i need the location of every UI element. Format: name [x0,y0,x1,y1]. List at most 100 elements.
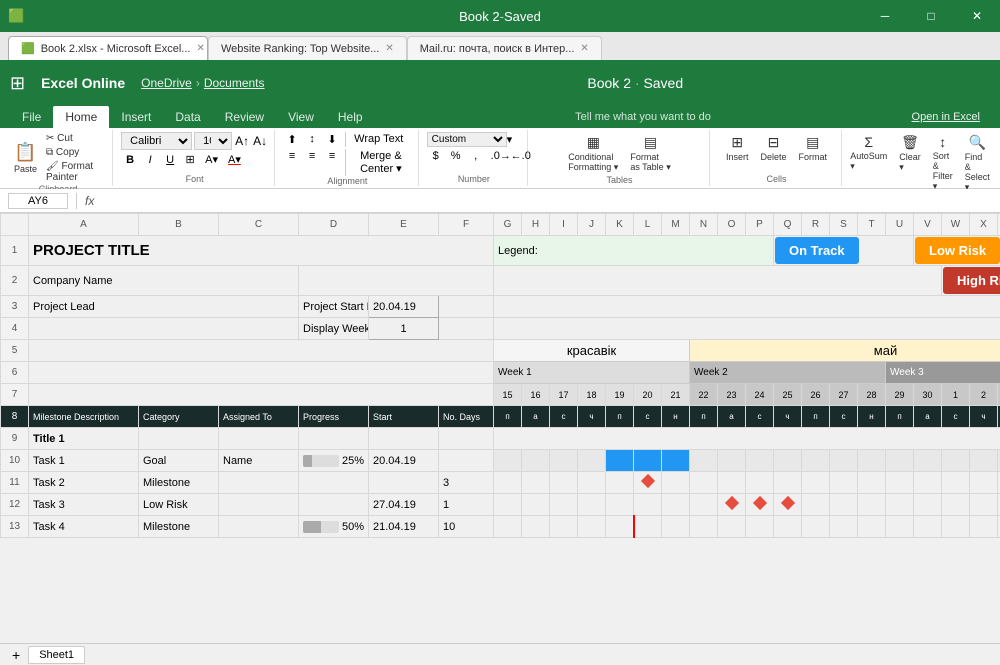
underline-button[interactable]: U [161,153,179,167]
r12-assigned[interactable] [219,494,299,516]
format-as-table-button[interactable]: ▤ Formatas Table ▾ [626,132,674,175]
bold-button[interactable]: B [121,153,139,167]
browser-tab-2-close[interactable]: ✕ [580,43,588,54]
r12-days[interactable]: 1 [439,494,494,516]
col-header-Q[interactable]: Q [774,214,802,236]
r10-days[interactable] [439,450,494,472]
autosum-button[interactable]: Σ AutoSum ▾ [846,132,891,195]
maximize-button[interactable]: □ [908,0,954,32]
align-left-button[interactable]: ≡ [283,149,301,176]
r9-assigned[interactable] [219,428,299,450]
r10-title[interactable]: Task 1 [29,450,139,472]
copy-button[interactable]: ⧉ Copy [43,146,106,159]
tell-me[interactable]: Tell me what you want to do [575,111,711,123]
cell-reference-input[interactable] [8,193,68,209]
r13-start[interactable]: 21.04.19 [369,516,439,538]
italic-button[interactable]: I [141,153,159,167]
percent-button[interactable]: % [447,149,465,163]
cut-button[interactable]: ✂ Cut [43,132,106,145]
font-selector[interactable]: Calibri [121,132,192,150]
r11-title[interactable]: Task 2 [29,472,139,494]
browser-tab-0-close[interactable]: ✕ [196,43,204,54]
format-button[interactable]: ▤ Format [795,132,832,164]
align-top-button[interactable]: ⬆ [283,132,301,147]
tab-view[interactable]: View [276,106,326,128]
clear-button[interactable]: 🗑 Clear ▾ [895,132,925,195]
tab-data[interactable]: Data [163,106,212,128]
sort-filter-button[interactable]: ↕ Sort &Filter ▾ [929,132,957,195]
col-header-G[interactable]: G [494,214,522,236]
project-lead-cell[interactable]: Project Lead [29,296,299,318]
comma-button[interactable]: , [467,149,485,163]
border-button[interactable]: ⊞ [181,152,199,167]
browser-tab-1[interactable]: Website Ranking: Top Website... ✕ [208,36,407,60]
r12-start[interactable]: 27.04.19 [369,494,439,516]
align-bottom-button[interactable]: ⬇ [323,132,341,147]
conditional-formatting-button[interactable]: ▦ ConditionalFormatting ▾ [564,132,622,175]
number-format-selector[interactable]: Custom [427,132,507,147]
r13-title[interactable]: Task 4 [29,516,139,538]
col-header-F[interactable]: F [439,214,494,236]
paste-button[interactable]: 📋 Paste [10,140,41,176]
col-header-E[interactable]: E [369,214,439,236]
col-header-M[interactable]: M [662,214,690,236]
browser-tab-0[interactable]: 🟩 Book 2.xlsx - Microsoft Excel... ✕ [8,36,208,60]
align-right-button[interactable]: ≡ [323,149,341,176]
col-header-P[interactable]: P [746,214,774,236]
format-painter-button[interactable]: 🖌 Format Painter [43,160,106,184]
col-header-K[interactable]: K [606,214,634,236]
col-header-L[interactable]: L [634,214,662,236]
col-header-N[interactable]: N [690,214,718,236]
r11-start[interactable] [369,472,439,494]
r12-title[interactable]: Task 3 [29,494,139,516]
col-header-X[interactable]: X [970,214,998,236]
breadcrumb-documents[interactable]: Documents [204,76,265,90]
r10-start[interactable]: 20.04.19 [369,450,439,472]
tab-review[interactable]: Review [213,106,276,128]
col-header-W[interactable]: W [942,214,970,236]
find-select-button[interactable]: 🔍 Find &Select ▾ [961,132,994,195]
r12-cat[interactable]: Low Risk [139,494,219,516]
col-header-T[interactable]: T [858,214,886,236]
col-header-O[interactable]: O [718,214,746,236]
r9-start[interactable] [369,428,439,450]
col-header-U[interactable]: U [886,214,914,236]
increase-decimal-button[interactable]: .0→ [487,149,505,163]
col-header-I[interactable]: I [550,214,578,236]
number-format-dropdown[interactable]: ▾ [507,133,513,146]
r9-prog[interactable] [299,428,369,450]
r11-assigned[interactable] [219,472,299,494]
col-header-C[interactable]: C [219,214,299,236]
wrap-text-button[interactable]: Wrap Text [350,132,407,147]
r10-prog[interactable]: 25% [299,450,369,472]
r10-assigned[interactable]: Name [219,450,299,472]
col-header-J[interactable]: J [578,214,606,236]
font-color-button[interactable]: A▾ [224,152,245,167]
decrease-decimal-button[interactable]: ←.0 [507,149,525,163]
r9-title[interactable]: Title 1 [29,428,139,450]
browser-tab-1-close[interactable]: ✕ [385,43,393,54]
project-title[interactable]: PROJECT TITLE [29,236,494,266]
display-week-value[interactable]: 1 [369,318,439,340]
delete-button[interactable]: ⊟ Delete [756,132,790,164]
close-button[interactable]: ✕ [954,0,1000,32]
breadcrumb-onedrive[interactable]: OneDrive [141,76,192,90]
r11-days[interactable]: 3 [439,472,494,494]
tab-file[interactable]: File [10,106,53,128]
col-header-D[interactable]: D [299,214,369,236]
r11-cat[interactable]: Milestone [139,472,219,494]
col-header-A[interactable]: A [29,214,139,236]
r9-cat[interactable] [139,428,219,450]
minimize-button[interactable]: ─ [862,0,908,32]
insert-button[interactable]: ⊞ Insert [722,132,753,164]
r12-prog[interactable] [299,494,369,516]
r13-prog[interactable]: 50% [299,516,369,538]
col-header-B[interactable]: B [139,214,219,236]
align-center-button[interactable]: ≡ [303,149,321,176]
currency-button[interactable]: $ [427,149,445,163]
start-date-value[interactable]: 20.04.19 [369,296,439,318]
fill-color-button[interactable]: A▾ [201,152,222,167]
decrease-font-button[interactable]: A↓ [252,133,268,149]
r10-cat[interactable]: Goal [139,450,219,472]
add-sheet-button[interactable]: + [8,645,24,665]
